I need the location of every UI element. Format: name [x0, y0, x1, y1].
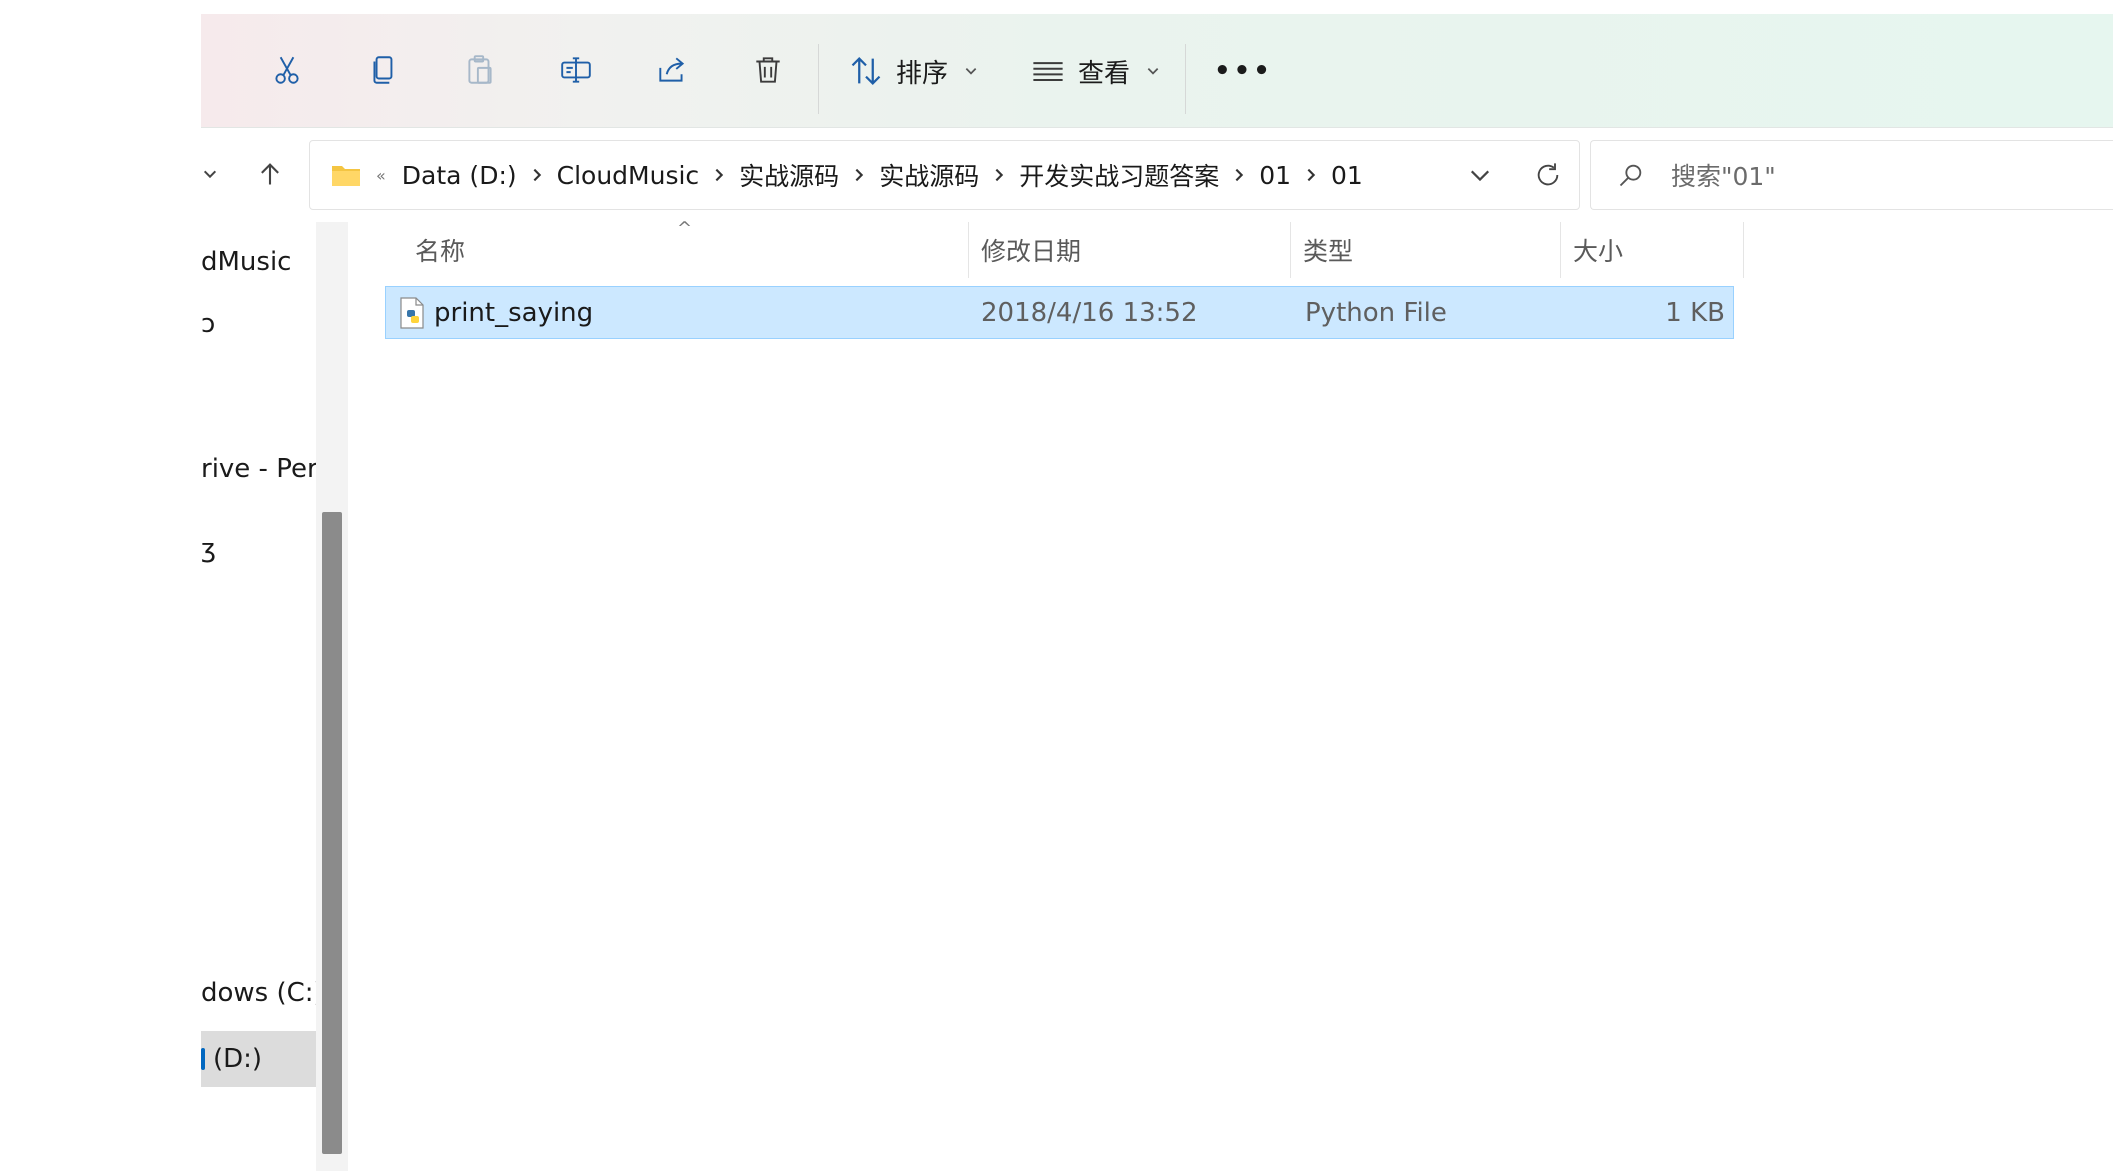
sort-indicator-icon: ^ [677, 218, 693, 239]
rename-button[interactable] [540, 36, 612, 104]
chevron-right-icon[interactable] [987, 167, 1011, 183]
navigation-pane: dMusic ɔ rive - Pers ʒ dows (C:) (D:) [201, 222, 316, 1171]
search-placeholder: 搜索"01" [1671, 162, 1776, 191]
nav-item-drive-d[interactable]: (D:) [201, 1031, 316, 1087]
column-header-size[interactable]: 大小 [1561, 222, 1744, 278]
chevron-down-icon [1147, 68, 1159, 75]
paste-button[interactable] [444, 36, 516, 104]
crumb-01-a[interactable]: 01 [1251, 161, 1299, 190]
view-button[interactable]: 查看 [1030, 44, 1160, 98]
file-type: Python File [1305, 297, 1447, 328]
command-bar: 排序 查看 ••• [201, 14, 2113, 128]
trash-icon [756, 57, 780, 83]
nav-item-partial[interactable]: ɔ [201, 296, 316, 352]
crumb-answers[interactable]: 开发实战习题答案 [1011, 157, 1227, 193]
view-list-icon [1033, 62, 1063, 82]
refresh-icon [1537, 163, 1559, 186]
chevron-down-icon [1470, 170, 1490, 182]
file-icon-wrap [398, 287, 426, 338]
nav-item-onedrive[interactable]: rive - Pers [201, 441, 316, 497]
chevron-right-icon[interactable] [1227, 167, 1251, 183]
selection-indicator [201, 1048, 205, 1070]
more-icon: ••• [1214, 56, 1273, 86]
crumb-data-d[interactable]: Data (D:) [394, 161, 525, 190]
nav-item-cloudmusic[interactable]: dMusic [201, 234, 316, 290]
refresh-button[interactable] [1528, 155, 1568, 195]
file-row[interactable]: print_saying 2018/4/16 13:52 Python File… [385, 286, 1734, 339]
column-label: 类型 [1303, 237, 1354, 266]
nav-item-label: (D:) [213, 1044, 263, 1074]
toolbar-separator [1185, 44, 1186, 114]
search-icon [1619, 164, 1642, 187]
column-header-name[interactable]: 名称 ^ [403, 218, 969, 278]
sort-icon [851, 57, 881, 85]
chevron-right-icon[interactable] [707, 167, 731, 183]
share-icon [659, 57, 685, 82]
folder-icon [332, 166, 360, 186]
toolbar-separator [818, 44, 819, 114]
sort-button[interactable]: 排序 [848, 44, 978, 98]
delete-button[interactable] [732, 36, 804, 104]
nav-item-drive-c[interactable]: dows (C:) [201, 965, 316, 1021]
share-button[interactable] [636, 36, 708, 104]
nav-scrollbar-thumb[interactable] [322, 512, 342, 1154]
paste-icon [468, 55, 492, 84]
breadcrumb: « Data (D:) CloudMusic 实战源码 实战源码 开发实战习题答… [330, 141, 1371, 209]
crumb-01-b[interactable]: 01 [1323, 161, 1371, 190]
scissors-icon [275, 56, 299, 84]
file-list[interactable] [348, 222, 2113, 1171]
column-label: 修改日期 [981, 237, 1082, 266]
chevron-right-icon[interactable] [1299, 167, 1323, 183]
crumb-cloudmusic[interactable]: CloudMusic [549, 161, 708, 190]
file-name: print_saying [434, 297, 594, 328]
file-modified: 2018/4/16 13:52 [981, 297, 1198, 328]
up-button[interactable] [248, 150, 292, 198]
column-label: 大小 [1573, 237, 1624, 266]
copy-icon [373, 56, 393, 84]
rename-icon [561, 57, 591, 83]
chevron-down-icon [965, 68, 977, 75]
crumb-source-2[interactable]: 实战源码 [871, 157, 987, 193]
address-bar[interactable]: « Data (D:) CloudMusic 实战源码 实战源码 开发实战习题答… [309, 140, 1580, 210]
view-label: 查看 [1078, 58, 1131, 89]
python-file-icon [400, 296, 424, 329]
file-size: 1 KB [1665, 297, 1725, 328]
cut-button[interactable] [251, 36, 323, 104]
address-dropdown-button[interactable] [1460, 155, 1500, 195]
copy-button[interactable] [348, 36, 420, 104]
chevron-right-icon[interactable] [525, 167, 549, 183]
chevron-down-icon [203, 170, 217, 179]
chevron-right-icon[interactable] [847, 167, 871, 183]
arrow-up-icon [261, 163, 279, 185]
column-header-modified[interactable]: 修改日期 [969, 222, 1291, 278]
column-header-type[interactable]: 类型 [1291, 222, 1561, 278]
overflow-indicator[interactable]: « [368, 166, 394, 185]
nav-item-partial-2[interactable]: ʒ [201, 521, 316, 577]
crumb-source-1[interactable]: 实战源码 [731, 157, 847, 193]
search-box[interactable]: 搜索"01" [1590, 140, 2113, 210]
more-options-button[interactable]: ••• [1214, 44, 1273, 98]
sort-label: 排序 [896, 58, 949, 89]
column-label: 名称 [415, 237, 466, 266]
recent-locations-button[interactable] [196, 156, 224, 192]
